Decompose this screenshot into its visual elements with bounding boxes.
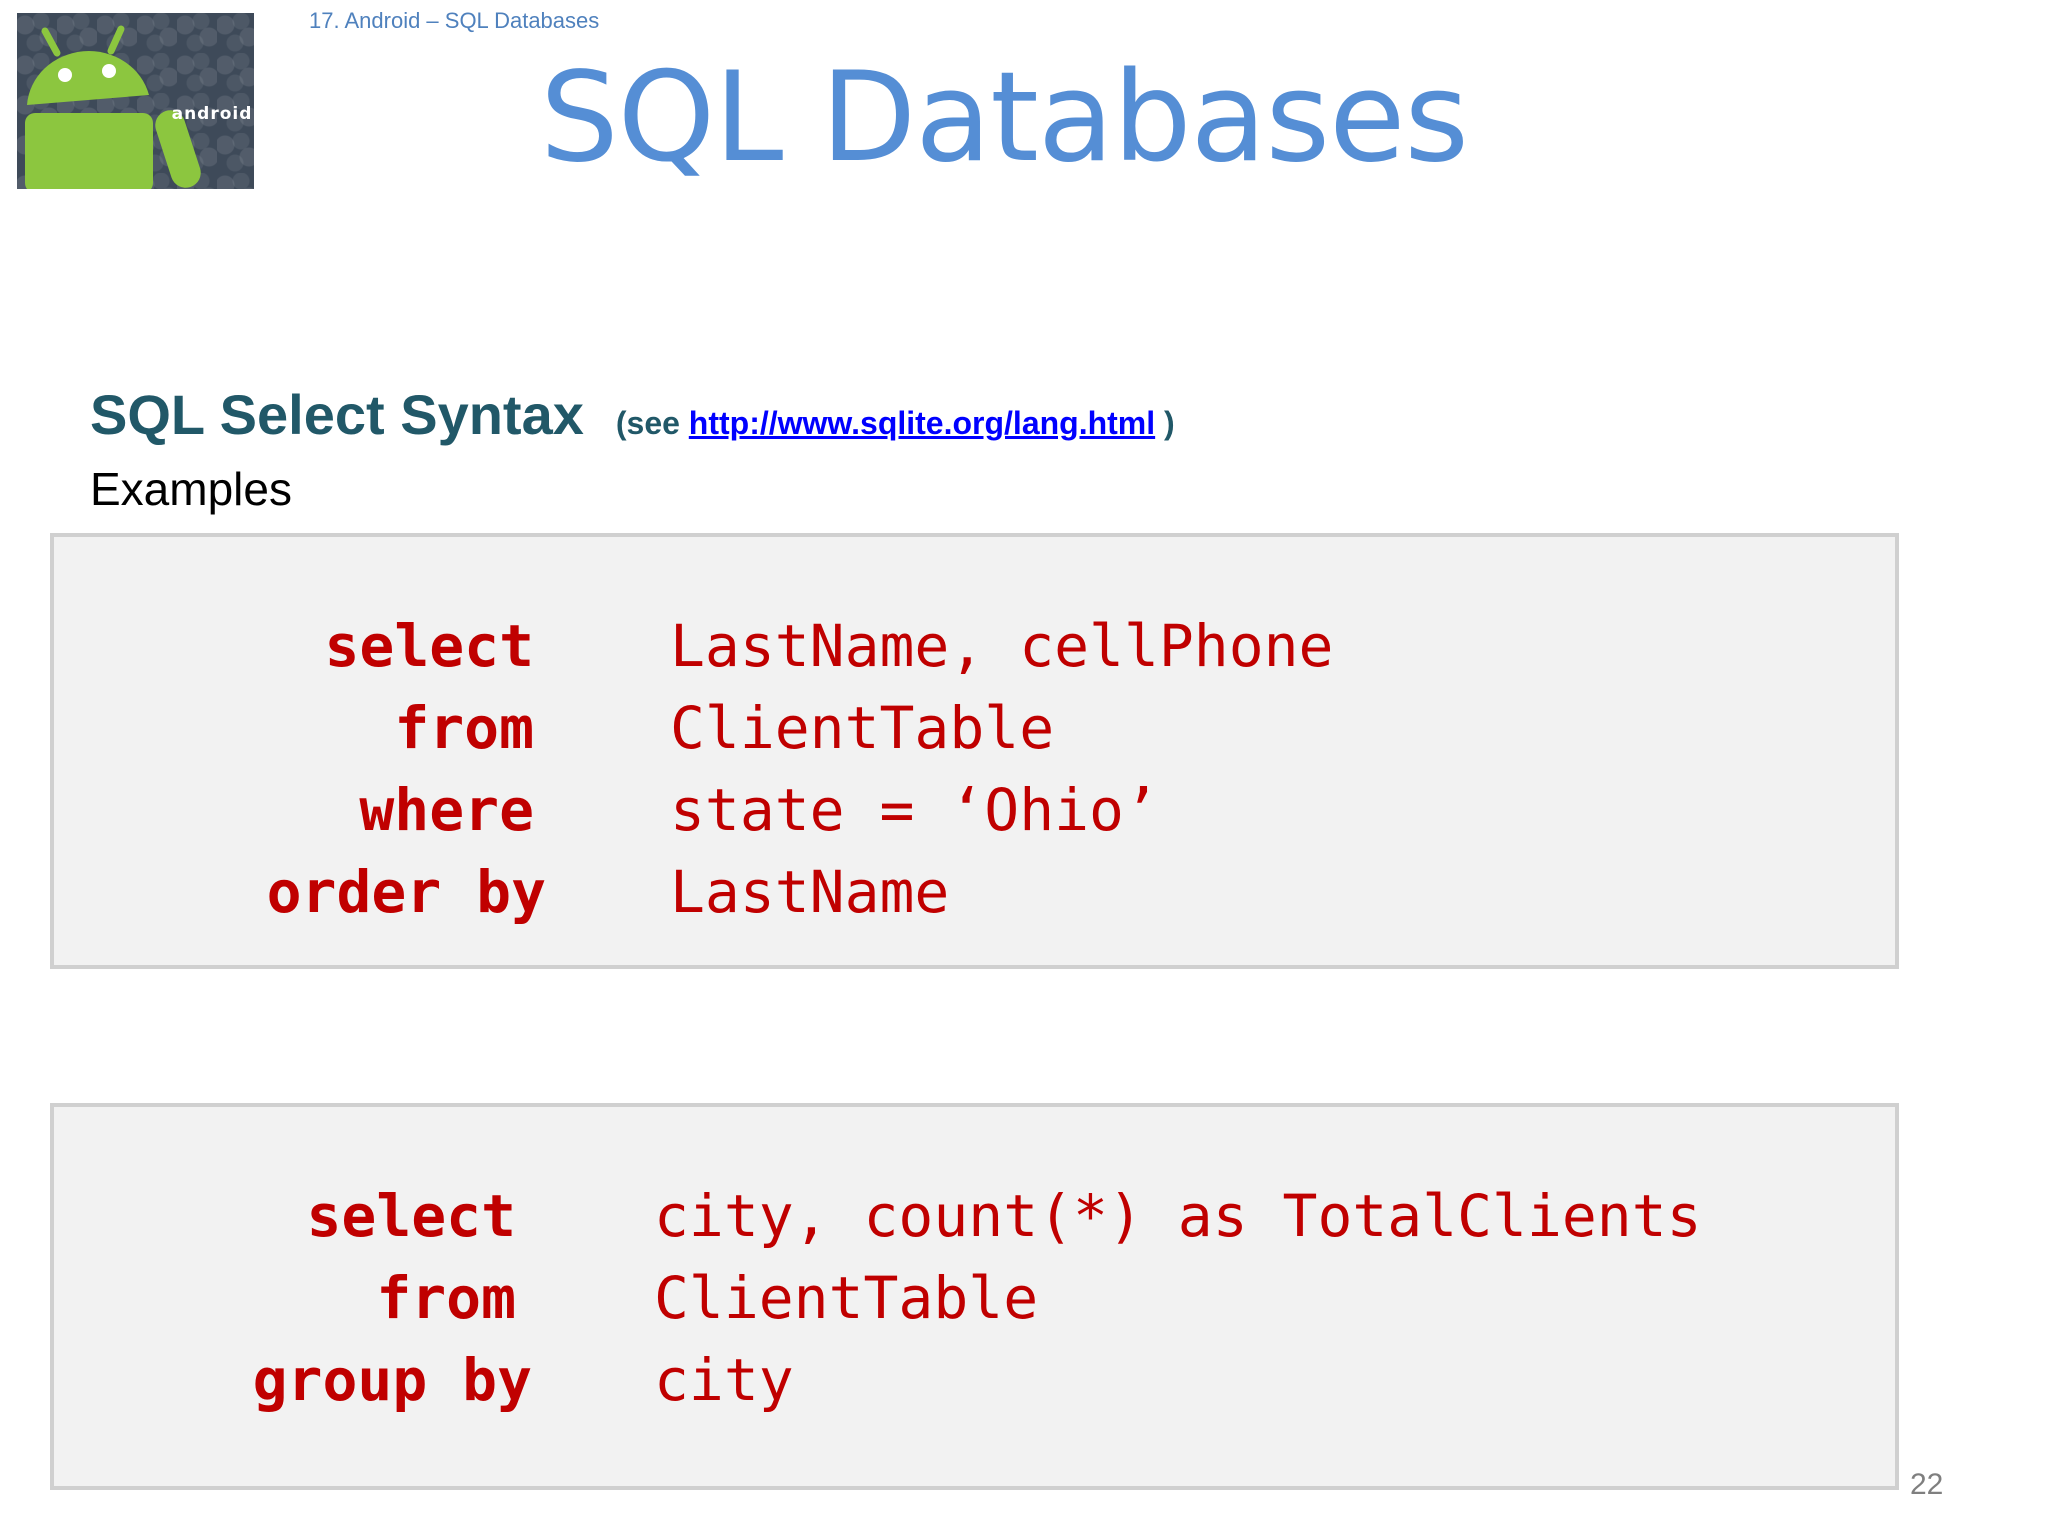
sql-value: LastName [670, 858, 950, 926]
code-example-2: select city, count(*) as TotalClients fr… [50, 1103, 1899, 1490]
page-title: SQL Databases [539, 46, 1469, 190]
see-note: (see http://www.sqlite.org/lang.html ) [616, 405, 1175, 442]
breadcrumb: 17. Android – SQL Databases [309, 8, 600, 33]
sql-value: LastName, cellPhone [670, 612, 1334, 680]
sql-keyword: from [376, 1264, 516, 1332]
code-line: where state = ‘Ohio’ [54, 769, 1895, 851]
sql-value: city [654, 1346, 794, 1414]
sql-value: state = ‘Ohio’ [670, 776, 1159, 844]
sqlite-docs-link[interactable]: http://www.sqlite.org/lang.html [689, 405, 1155, 441]
section-heading: SQL Select Syntax (see http://www.sqlite… [90, 382, 1175, 447]
code-line: from ClientTable [54, 1257, 1895, 1339]
sql-keyword: select [306, 1182, 516, 1250]
sql-keyword: where [359, 776, 534, 844]
code-example-1: select LastName, cellPhone from ClientTa… [50, 533, 1899, 969]
section-title: SQL Select Syntax [90, 383, 584, 446]
code-line: from ClientTable [54, 687, 1895, 769]
see-suffix: ) [1155, 405, 1175, 441]
sql-value: ClientTable [670, 694, 1055, 762]
sql-keyword: from [394, 694, 534, 762]
sql-keyword: select [324, 612, 534, 680]
sql-keyword: order by [266, 858, 546, 926]
see-prefix: (see [615, 405, 689, 441]
code-line: select LastName, cellPhone [54, 605, 1895, 687]
code-line: select city, count(*) as TotalClients [54, 1175, 1895, 1257]
sql-keyword: group by [252, 1346, 532, 1414]
sql-value: ClientTable [654, 1264, 1039, 1332]
page-number: 22 [1910, 1468, 1944, 1501]
code-line: order by LastName [54, 851, 1895, 933]
sql-value: city, count(*) as TotalClients [654, 1182, 1702, 1250]
examples-label: Examples [90, 463, 292, 515]
code-line: group by city [54, 1339, 1895, 1421]
